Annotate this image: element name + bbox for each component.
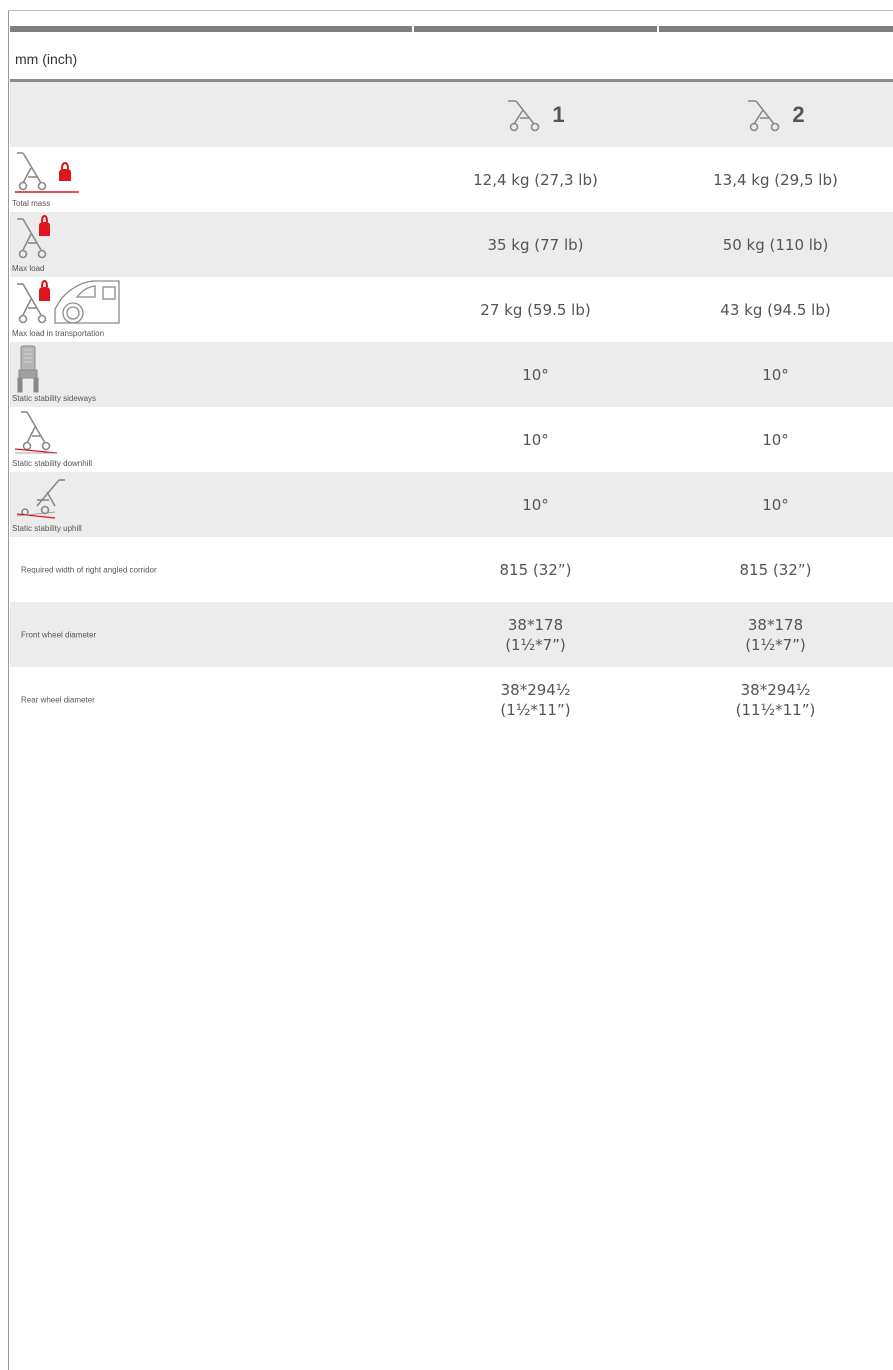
value-text-inch: (1½*7”) xyxy=(505,635,566,654)
value-text: 12,4 kg (27,3 lb) xyxy=(473,170,598,189)
value-cell-model-2: 13,4 kg (29,5 lb) xyxy=(658,147,893,212)
value-text: 10° xyxy=(762,495,789,514)
model-number: 1 xyxy=(552,101,565,127)
stroller-load-icon xyxy=(17,214,50,259)
value-text-inch: (11½*11”) xyxy=(735,700,816,719)
value-cell-model-2: 10° xyxy=(658,472,893,537)
value-cell-model-1: 27 kg (59.5 lb) xyxy=(413,277,658,342)
value-cell-model-1: 38*294½ (1½*11”) xyxy=(413,667,658,732)
row-label-cell: Static stability downhill xyxy=(10,407,413,472)
value-text: 38*294½ xyxy=(740,680,811,699)
value-text: 50 kg (110 lb) xyxy=(722,235,829,254)
top-rule xyxy=(10,26,893,32)
value-cell-model-2: 10° xyxy=(658,407,893,472)
value-cell-model-1: 10° xyxy=(413,407,658,472)
spec-table: 1 2 Total mass 12,4 kg (27,3 lb) 13,4 kg… xyxy=(10,82,893,732)
row-label-cell: Static stability uphill xyxy=(10,472,413,537)
value-cell-model-1: 35 kg (77 lb) xyxy=(413,212,658,277)
value-text: 38*294½ xyxy=(500,680,571,699)
row-label-cell: Rear wheel diameter xyxy=(10,667,413,732)
value-cell-model-2: 43 kg (94.5 lb) xyxy=(658,277,893,342)
row-label-cell: Front wheel diameter xyxy=(10,602,413,667)
value-text: 35 kg (77 lb) xyxy=(487,235,584,254)
value-cell-model-2: 50 kg (110 lb) xyxy=(658,212,893,277)
stroller-weight-icon xyxy=(15,152,79,193)
row-label: Front wheel diameter xyxy=(21,630,97,639)
value-text: 815 (32”) xyxy=(739,560,812,579)
value-text: 10° xyxy=(522,495,549,514)
page-top-border xyxy=(8,10,893,11)
table-row: Front wheel diameter 38*178 (1½*7”) 38*1… xyxy=(10,602,893,667)
value-cell-model-1: 12,4 kg (27,3 lb) xyxy=(413,147,658,212)
row-label: Static stability sideways xyxy=(12,394,97,403)
row-label-cell: Total mass xyxy=(10,147,413,212)
table-row: Static stability downhill 10° 10° xyxy=(10,407,893,472)
row-label: Static stability uphill xyxy=(12,524,82,533)
value-cell-model-2: 815 (32”) xyxy=(658,537,893,602)
row-label: Rear wheel diameter xyxy=(21,695,95,704)
table-row: Rear wheel diameter 38*294½ (1½*11”) 38*… xyxy=(10,667,893,732)
row-label: Static stability downhill xyxy=(12,459,93,468)
value-text: 27 kg (59.5 lb) xyxy=(480,300,591,319)
table-row: Static stability sideways 10° 10° xyxy=(10,342,893,407)
header-empty-cell xyxy=(10,82,413,147)
value-cell-model-2: 10° xyxy=(658,342,893,407)
model-number: 2 xyxy=(792,101,805,127)
value-text: 10° xyxy=(762,365,789,384)
value-cell-model-2: 38*178 (1½*7”) xyxy=(658,602,893,667)
value-text: 38*178 xyxy=(747,615,804,634)
value-text-inch: (1½*11”) xyxy=(500,700,571,719)
value-cell-model-2: 38*294½ (11½*11”) xyxy=(658,667,893,732)
page-left-border xyxy=(8,10,9,1370)
stroller-icon xyxy=(508,99,540,131)
value-text: 10° xyxy=(522,365,549,384)
value-cell-model-1: 10° xyxy=(413,342,658,407)
stroller-icon xyxy=(748,99,780,131)
value-cell-model-1: 815 (32”) xyxy=(413,537,658,602)
stroller-front-icon xyxy=(17,345,39,393)
value-text: 10° xyxy=(762,430,789,449)
table-row: Required width of right angled corridor … xyxy=(10,537,893,602)
row-label: Required width of right angled corridor xyxy=(21,565,157,574)
row-label: Max load in transportation xyxy=(12,329,105,338)
value-text: 38*178 xyxy=(507,615,564,634)
value-cell-model-1: 38*178 (1½*7”) xyxy=(413,602,658,667)
header-row: 1 2 xyxy=(10,82,893,147)
row-label-cell: Required width of right angled corridor xyxy=(10,537,413,602)
row-label: Total mass xyxy=(12,199,51,208)
row-label-cell: Static stability sideways xyxy=(10,342,413,407)
table-row: Total mass 12,4 kg (27,3 lb) 13,4 kg (29… xyxy=(10,147,893,212)
row-label: Max load xyxy=(12,264,45,273)
value-cell-model-1: 10° xyxy=(413,472,658,537)
row-label-cell: Max load in transportation xyxy=(10,277,413,342)
table-row: Max load 35 kg (77 lb) 50 kg (110 lb) xyxy=(10,212,893,277)
value-text-inch: (1½*7”) xyxy=(745,635,806,654)
table-row: Max load in transportation 27 kg (59.5 l… xyxy=(10,277,893,342)
value-text: 815 (32”) xyxy=(499,560,572,579)
value-text: 10° xyxy=(522,430,549,449)
table-row: Static stability uphill 10° 10° xyxy=(10,472,893,537)
stroller-uphill-icon xyxy=(16,479,65,519)
unit-label: mm (inch) xyxy=(15,51,78,67)
header-model-1: 1 xyxy=(413,98,658,132)
value-text: 43 kg (94.5 lb) xyxy=(720,300,831,319)
header-model-2: 2 xyxy=(658,98,893,132)
stroller-downhill-icon xyxy=(15,411,58,454)
value-text: 13,4 kg (29,5 lb) xyxy=(713,170,838,189)
stroller-car-load-icon xyxy=(17,279,120,324)
row-label-cell: Max load xyxy=(10,212,413,277)
